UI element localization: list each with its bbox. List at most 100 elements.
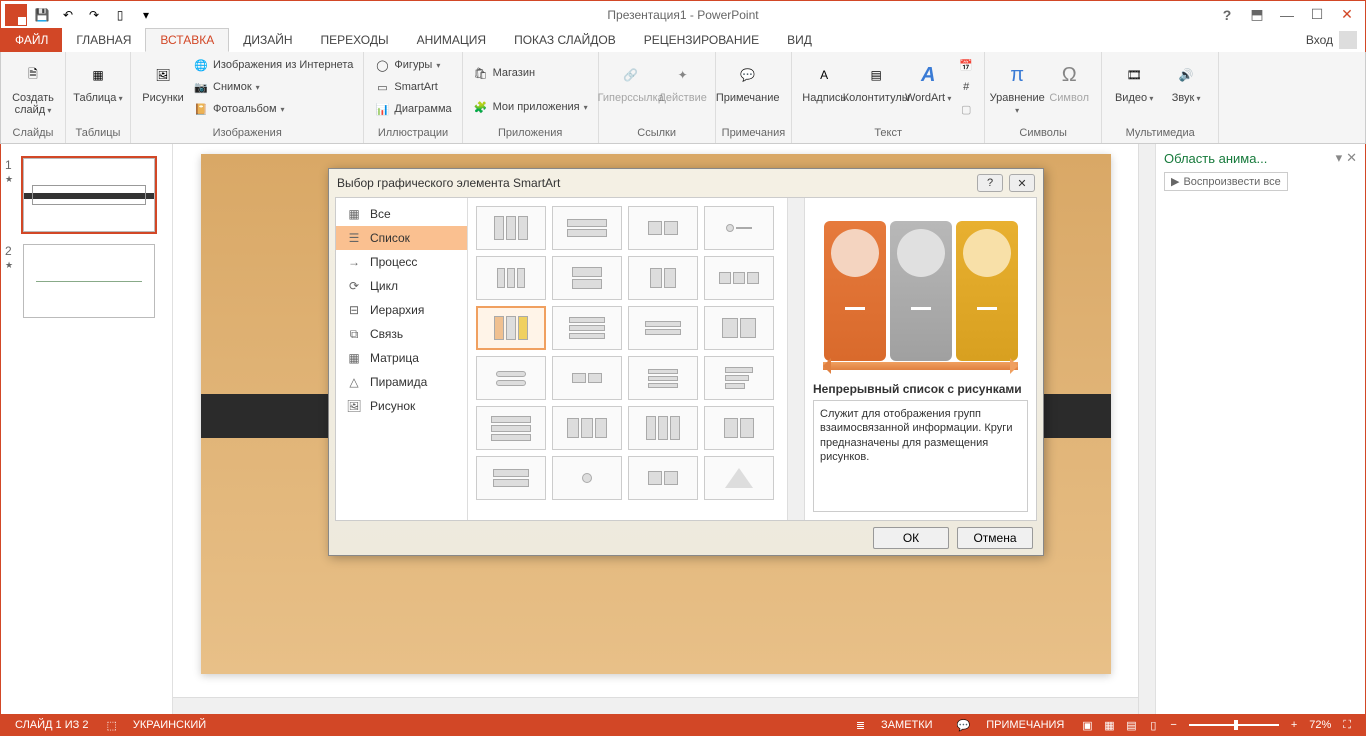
layout-item[interactable] bbox=[628, 256, 698, 300]
layout-item[interactable] bbox=[704, 206, 774, 250]
cat-cycle[interactable]: ⟳Цикл bbox=[336, 274, 467, 298]
layout-item[interactable] bbox=[476, 456, 546, 500]
fit-window-icon[interactable]: ⛶ bbox=[1337, 719, 1357, 732]
tab-review[interactable]: РЕЦЕНЗИРОВАНИЕ bbox=[630, 28, 773, 52]
layout-item[interactable] bbox=[628, 456, 698, 500]
layout-item[interactable] bbox=[704, 406, 774, 450]
cat-process[interactable]: →Процесс bbox=[336, 250, 467, 274]
pictures-button[interactable]: 🖼 Рисунки bbox=[137, 54, 189, 104]
layout-item[interactable] bbox=[628, 356, 698, 400]
layout-item[interactable] bbox=[704, 256, 774, 300]
horizontal-scrollbar[interactable] bbox=[173, 697, 1138, 714]
cat-relationship[interactable]: ⧉Связь bbox=[336, 322, 467, 346]
wordart-button[interactable]: AWordArt bbox=[902, 54, 954, 104]
qat-undo-icon[interactable]: ↶ bbox=[57, 4, 79, 26]
layout-item[interactable] bbox=[476, 356, 546, 400]
action-button[interactable]: ✦Действие bbox=[657, 54, 709, 104]
header-footer-button[interactable]: ▤Колонтитулы bbox=[850, 54, 902, 104]
tab-file[interactable]: ФАЙЛ bbox=[1, 28, 62, 52]
minimize-icon[interactable]: — bbox=[1273, 5, 1301, 25]
layout-item-selected[interactable] bbox=[476, 306, 546, 350]
layout-item[interactable] bbox=[704, 456, 774, 500]
cat-list[interactable]: ☰Список bbox=[336, 226, 467, 250]
close-icon[interactable]: ✕ bbox=[1333, 5, 1361, 25]
cat-matrix[interactable]: ▦Матрица bbox=[336, 346, 467, 370]
layout-item[interactable] bbox=[476, 256, 546, 300]
layout-item[interactable] bbox=[552, 356, 622, 400]
maximize-icon[interactable]: ☐ bbox=[1303, 5, 1331, 25]
ok-button[interactable]: ОК bbox=[873, 527, 949, 549]
table-button[interactable]: ▦ Таблица bbox=[72, 54, 124, 104]
vertical-scrollbar[interactable] bbox=[1138, 144, 1155, 714]
layout-item[interactable] bbox=[704, 356, 774, 400]
object-button[interactable]: ▢ bbox=[954, 98, 978, 120]
tab-design[interactable]: ДИЗАЙН bbox=[229, 28, 306, 52]
my-apps-button[interactable]: 🧩Мои приложения bbox=[469, 96, 592, 118]
pane-dropdown-icon[interactable]: ▾ bbox=[1336, 150, 1343, 166]
dialog-help-icon[interactable]: ? bbox=[977, 174, 1003, 192]
dialog-close-icon[interactable]: ✕ bbox=[1009, 174, 1035, 192]
layout-item[interactable] bbox=[552, 406, 622, 450]
sign-in[interactable]: Вход bbox=[1306, 28, 1365, 52]
equation-button[interactable]: πУравнение bbox=[991, 54, 1043, 116]
layout-item[interactable] bbox=[552, 306, 622, 350]
smartart-button[interactable]: ▭SmartArt bbox=[370, 76, 455, 98]
comments-button[interactable]: 💬ПРИМЕЧАНИЯ bbox=[945, 719, 1077, 732]
tab-home[interactable]: ГЛАВНАЯ bbox=[62, 28, 145, 52]
zoom-level[interactable]: 72% bbox=[1303, 719, 1337, 731]
audio-button[interactable]: 🔊Звук bbox=[1160, 54, 1212, 104]
photo-album-button[interactable]: 📔Фотоальбом bbox=[189, 98, 357, 120]
layout-item[interactable] bbox=[552, 456, 622, 500]
cat-all[interactable]: ▦Все bbox=[336, 202, 467, 226]
cancel-button[interactable]: Отмена bbox=[957, 527, 1033, 549]
zoom-in-icon[interactable]: + bbox=[1285, 719, 1303, 731]
layout-item[interactable] bbox=[552, 206, 622, 250]
layout-item[interactable] bbox=[476, 406, 546, 450]
qat-redo-icon[interactable]: ↷ bbox=[83, 4, 105, 26]
help-icon[interactable]: ? bbox=[1213, 5, 1241, 25]
tab-transitions[interactable]: ПЕРЕХОДЫ bbox=[307, 28, 403, 52]
slide-counter[interactable]: СЛАЙД 1 ИЗ 2 bbox=[9, 719, 94, 731]
layout-item[interactable] bbox=[552, 256, 622, 300]
comment-button[interactable]: 💬Примечание bbox=[722, 54, 774, 104]
grid-scrollbar[interactable] bbox=[787, 198, 804, 520]
date-time-button[interactable]: 📅 bbox=[954, 54, 978, 76]
layout-item[interactable] bbox=[476, 206, 546, 250]
notes-button[interactable]: ≣ЗАМЕТКИ bbox=[844, 719, 945, 732]
screenshot-button[interactable]: 📷Снимок bbox=[189, 76, 357, 98]
online-pictures-button[interactable]: 🌐Изображения из Интернета bbox=[189, 54, 357, 76]
view-sorter-icon[interactable]: ▦ bbox=[1098, 717, 1120, 733]
layout-item[interactable] bbox=[628, 206, 698, 250]
tab-insert[interactable]: ВСТАВКА bbox=[145, 28, 229, 52]
slide-number-button[interactable]: # bbox=[954, 76, 978, 98]
thumbnail-2[interactable]: 2 ★ bbox=[1, 238, 172, 324]
tab-view[interactable]: ВИД bbox=[773, 28, 826, 52]
view-slideshow-icon[interactable]: ▯ bbox=[1142, 717, 1164, 733]
qat-customize-icon[interactable]: ▾ bbox=[135, 4, 157, 26]
ribbon-options-icon[interactable]: ⬒ bbox=[1243, 5, 1271, 25]
qat-start-icon[interactable]: ▯ bbox=[109, 4, 131, 26]
cat-pyramid[interactable]: △Пирамида bbox=[336, 370, 467, 394]
layout-item[interactable] bbox=[628, 306, 698, 350]
tab-animations[interactable]: АНИМАЦИЯ bbox=[403, 28, 500, 52]
tab-slideshow[interactable]: ПОКАЗ СЛАЙДОВ bbox=[500, 28, 630, 52]
view-normal-icon[interactable]: ▣ bbox=[1076, 717, 1098, 733]
shapes-button[interactable]: ◯Фигуры bbox=[370, 54, 455, 76]
play-all-button[interactable]: ▶ Воспроизвести все bbox=[1164, 172, 1288, 191]
zoom-slider[interactable] bbox=[1189, 724, 1279, 726]
layout-item[interactable] bbox=[704, 306, 774, 350]
store-button[interactable]: 🛍Магазин bbox=[469, 62, 592, 84]
new-slide-button[interactable]: 🗎 Создать слайд bbox=[7, 54, 59, 116]
chart-button[interactable]: 📊Диаграмма bbox=[370, 98, 455, 120]
thumbnail-1[interactable]: 1 ★ bbox=[1, 152, 172, 238]
pane-close-icon[interactable]: ✕ bbox=[1346, 150, 1357, 166]
view-reading-icon[interactable]: ▤ bbox=[1120, 717, 1142, 733]
cat-picture[interactable]: 🖼Рисунок bbox=[336, 394, 467, 418]
qat-save-icon[interactable]: 💾 bbox=[31, 4, 53, 26]
zoom-out-icon[interactable]: − bbox=[1164, 719, 1182, 731]
language-button[interactable]: ⬚УКРАИНСКИЙ bbox=[94, 719, 218, 732]
symbol-button[interactable]: ΩСимвол bbox=[1043, 54, 1095, 104]
hyperlink-button[interactable]: 🔗Гиперссылка bbox=[605, 54, 657, 104]
video-button[interactable]: 🎞Видео bbox=[1108, 54, 1160, 104]
layout-item[interactable] bbox=[628, 406, 698, 450]
